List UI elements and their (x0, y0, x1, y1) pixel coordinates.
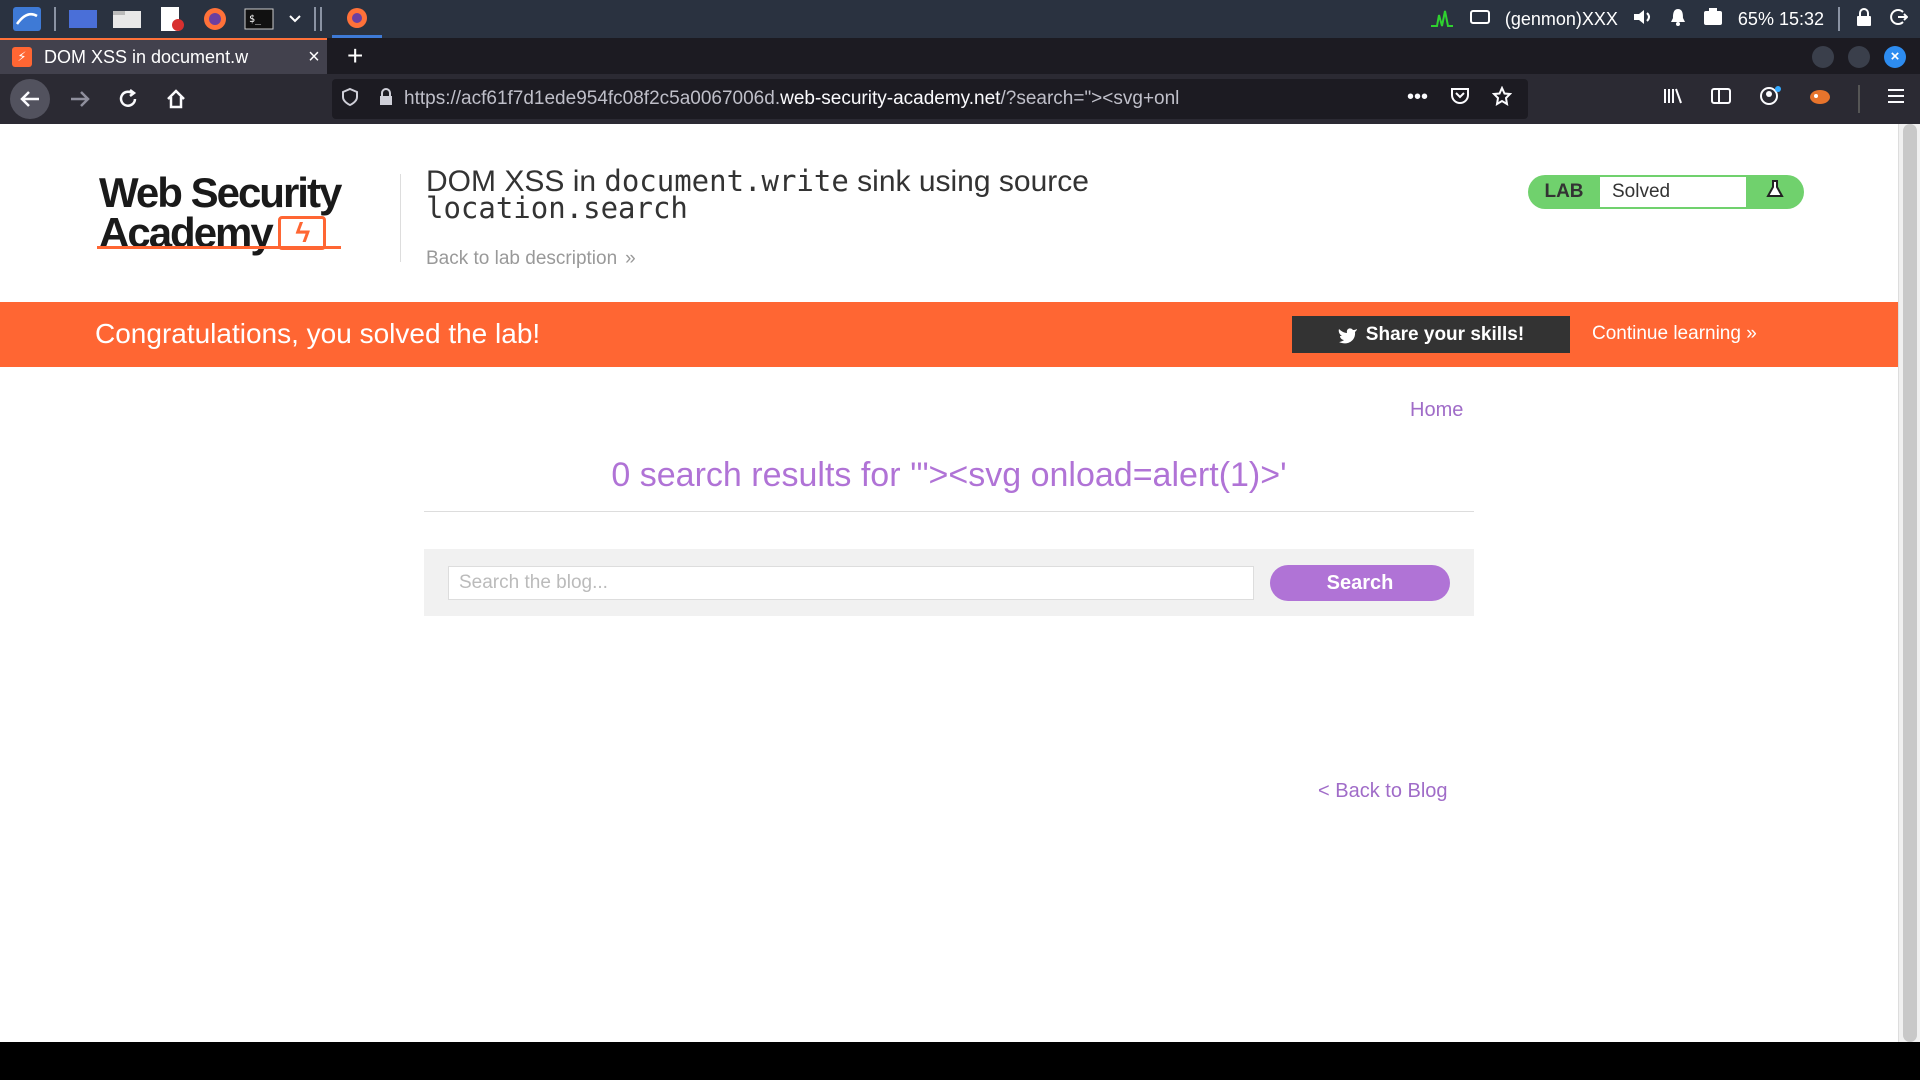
url-bar[interactable]: https://acf61f7d1ede954fc08f2c5a0067006d… (332, 79, 1528, 119)
logo-bolt-icon: ϟ (277, 216, 326, 250)
lab-title-text: sink using source (848, 165, 1089, 198)
reload-icon (119, 89, 137, 107)
taskbar-separator (54, 7, 56, 31)
back-to-lab-description-label: Back to lab description (426, 248, 618, 269)
pocket-icon[interactable] (1450, 86, 1470, 112)
bookmark-star-icon[interactable] (1491, 85, 1513, 112)
system-taskbar: $_ (genmon)XXX 65% 15:32 (0, 0, 1920, 38)
lock-icon[interactable] (1854, 7, 1874, 32)
home-icon (167, 89, 185, 109)
logo-underline (97, 246, 341, 249)
tab-close-icon[interactable]: × (301, 46, 327, 69)
tab-title: DOM XSS in document.w (44, 46, 249, 67)
display-icon[interactable] (1469, 9, 1491, 30)
text-editor-icon[interactable] (154, 5, 188, 33)
taskbar-separator (314, 7, 316, 31)
battery-clock[interactable]: 65% 15:32 (1738, 9, 1824, 30)
back-button[interactable] (10, 79, 50, 119)
lab-solved-banner: Congratulations, you solved the lab! Sha… (0, 302, 1898, 367)
browser-tab-bar: ⚡ DOM XSS in document.w × + × (0, 38, 1920, 74)
notification-bell-icon[interactable] (1668, 7, 1688, 32)
continue-learning-link[interactable]: Continue learning » (1592, 323, 1757, 345)
search-button[interactable]: Search (1270, 565, 1450, 601)
firefox-launcher-icon[interactable] (198, 5, 232, 33)
url-prefix: https://acf61f7d1ede954fc08f2c5a0067006d… (404, 88, 781, 109)
toolbar-separator (1858, 85, 1860, 113)
page-actions-icon[interactable]: ••• (1407, 86, 1428, 112)
web-security-academy-logo[interactable]: Web Security Academy ϟ (99, 169, 399, 254)
screen-bottom-border (0, 1042, 1920, 1080)
back-to-blog-link[interactable]: < Back to Blog (1318, 780, 1448, 803)
lab-label: LAB (1544, 181, 1584, 202)
lab-title-code: location.search (426, 191, 688, 225)
kali-menu-icon[interactable] (10, 5, 44, 33)
window-controls: × (1812, 46, 1906, 68)
lock-icon[interactable] (368, 87, 404, 111)
browser-tab[interactable]: ⚡ DOM XSS in document.w × (0, 38, 327, 74)
page-scrollbar[interactable] (1898, 124, 1920, 1042)
sidebar-icon[interactable] (1710, 87, 1732, 111)
scrollbar-thumb[interactable] (1903, 124, 1917, 1042)
forward-button[interactable] (60, 81, 100, 117)
arrow-right-icon (71, 91, 90, 107)
shield-icon[interactable] (332, 87, 368, 112)
mouse-cursor (1797, 140, 1806, 154)
header-divider (400, 174, 401, 262)
browser-navigation-bar: https://acf61f7d1ede954fc08f2c5a0067006d… (0, 74, 1920, 124)
account-icon[interactable] (1758, 85, 1782, 113)
desktop-icon[interactable] (66, 5, 100, 33)
search-results-heading: 0 search results for '"><svg onload=aler… (611, 456, 1287, 494)
portswigger-favicon-icon: ⚡ (12, 47, 32, 67)
url-host: web-security-academy.net (780, 88, 1001, 109)
arrow-left-icon (20, 91, 39, 107)
terminal-icon[interactable]: $_ (242, 5, 276, 33)
share-skills-label: Share your skills! (1365, 323, 1525, 345)
share-skills-button[interactable]: Share your skills! (1292, 316, 1570, 353)
logo-text-line1: Web Security (99, 169, 342, 216)
system-tray: (genmon)XXX 65% 15:32 (1429, 0, 1909, 38)
new-tab-button[interactable]: + (347, 40, 363, 72)
minimize-button[interactable] (1812, 46, 1834, 68)
search-form: Search the blog... Search (424, 549, 1474, 616)
volume-icon[interactable] (1632, 8, 1654, 31)
reload-button[interactable] (108, 81, 148, 117)
battery-icon[interactable] (1702, 7, 1724, 32)
web-page: Web Security Academy ϟ DOM XSS in documen… (0, 124, 1898, 1042)
cpu-graph-icon (1429, 7, 1455, 32)
maximize-button[interactable] (1848, 46, 1870, 68)
url-actions: ••• (1407, 85, 1528, 112)
lab-title: DOM XSS in document.write sink using sou… (426, 165, 1089, 225)
hamburger-menu-icon[interactable] (1886, 87, 1906, 111)
lab-status-text: Solved (1600, 177, 1746, 207)
home-button[interactable] (156, 81, 196, 117)
search-input[interactable]: Search the blog... (448, 566, 1254, 600)
svg-text:$_: $_ (249, 14, 262, 25)
library-icon[interactable] (1662, 86, 1684, 112)
chevron-down-icon[interactable] (286, 5, 304, 33)
lab-status-badge: LAB Solved (1528, 175, 1804, 209)
url-path: /?search="><svg+onl (1000, 88, 1180, 109)
genmon-status: (genmon)XXX (1504, 8, 1618, 29)
screen: $_ (genmon)XXX 65% 15:32 ⚡ DOM XSS in do… (0, 0, 1920, 1080)
logout-icon[interactable] (1888, 7, 1909, 32)
window-close-button[interactable]: × (1884, 46, 1906, 68)
results-divider (424, 511, 1474, 512)
back-to-lab-description-link[interactable]: Back to lab description » (426, 248, 636, 270)
congratulations-message: Congratulations, you solved the lab! (95, 318, 541, 349)
file-manager-icon[interactable] (110, 5, 144, 33)
taskbar-separator (1838, 7, 1840, 31)
chevron-right-icon: » (625, 248, 636, 269)
twitter-icon (1338, 327, 1357, 343)
url-text[interactable]: https://acf61f7d1ede954fc08f2c5a0067006d… (404, 88, 1407, 110)
firefox-window-button[interactable] (332, 0, 382, 38)
toolbar-right (1662, 74, 1906, 124)
home-link[interactable]: Home (1410, 399, 1463, 422)
flask-icon (1746, 179, 1804, 205)
taskbar-separator (320, 7, 322, 31)
foxyproxy-icon[interactable] (1808, 85, 1832, 113)
